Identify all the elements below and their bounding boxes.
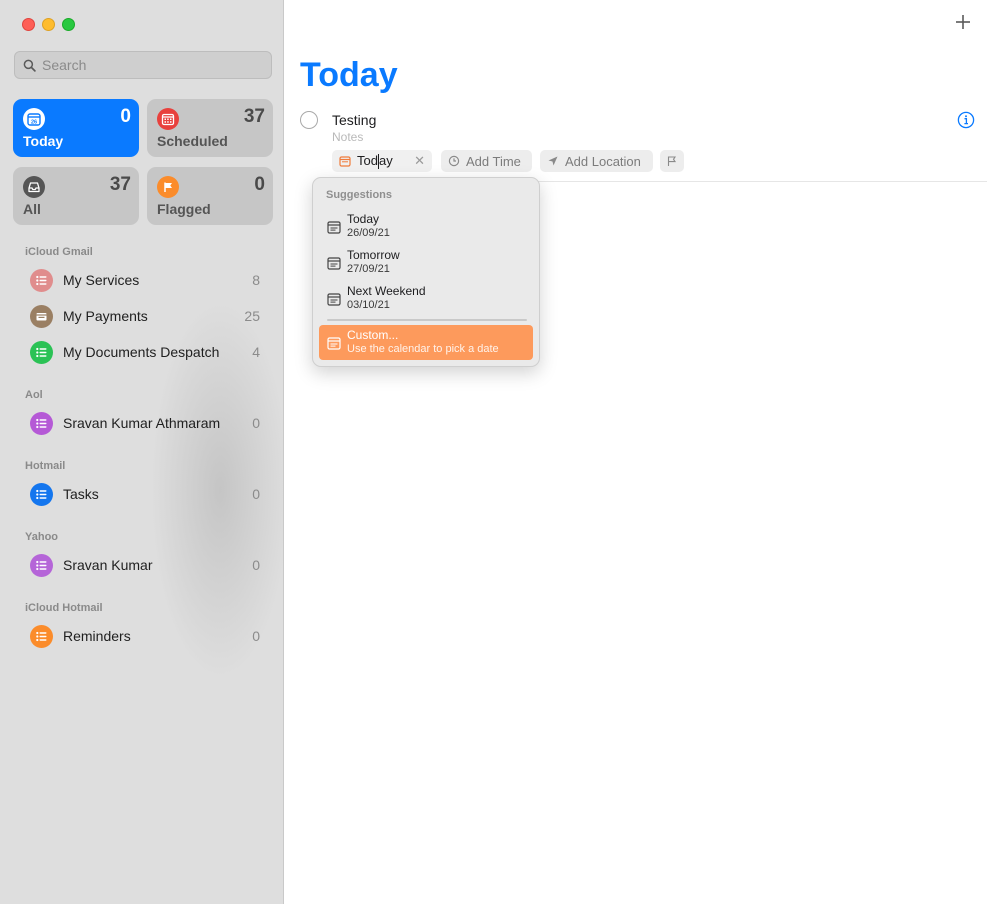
reminder-notes-field[interactable]: Notes <box>332 130 363 144</box>
list-icon <box>30 624 53 648</box>
suggestion-date: 26/09/21 <box>347 227 390 239</box>
suggestions-header: Suggestions <box>326 189 393 201</box>
list-name: Reminders <box>63 628 131 644</box>
list-name: Tasks <box>63 486 99 502</box>
flag-outline-icon <box>666 155 678 167</box>
info-icon <box>957 111 975 129</box>
main-content: Today Testing Notes Today ✕ Add Time Add… <box>285 0 987 904</box>
suggestion-date: 03/10/21 <box>347 299 390 311</box>
list-count: 0 <box>252 628 260 644</box>
flag-icon <box>157 176 179 198</box>
smart-list-scheduled[interactable]: 37 Scheduled <box>147 99 273 157</box>
today-count: 0 <box>120 106 131 127</box>
list-count: 8 <box>252 272 260 288</box>
list-item-sravan-kumar[interactable]: Sravan Kumar 0 <box>30 552 260 578</box>
plus-icon <box>956 15 970 29</box>
group-label-aol: Aol <box>25 389 43 401</box>
list-item-my-documents-despatch[interactable]: My Documents Despatch 4 <box>30 339 260 365</box>
custom-description: Use the calendar to pick a date <box>347 343 499 355</box>
today-label: Today <box>23 133 64 149</box>
flag-chip[interactable] <box>660 150 684 172</box>
list-name: My Services <box>63 272 140 288</box>
list-count: 0 <box>252 557 260 573</box>
list-name: My Documents Despatch <box>63 344 220 360</box>
calendar-icon <box>327 293 341 306</box>
suggestion-name: Next Weekend <box>347 284 426 298</box>
date-text-after-caret: ay <box>378 152 393 168</box>
list-icon <box>30 482 53 506</box>
calendar-icon <box>327 221 341 234</box>
add-reminder-button[interactable] <box>953 12 973 32</box>
calendar-icon <box>339 155 351 167</box>
suggestion-date: 27/09/21 <box>347 263 390 275</box>
list-count: 0 <box>252 486 260 502</box>
list-icon <box>30 411 53 435</box>
suggestions-separator <box>327 319 527 321</box>
close-window-button[interactable] <box>22 18 35 31</box>
date-chip[interactable]: Today ✕ <box>332 150 432 172</box>
list-item-my-services[interactable]: My Services 8 <box>30 267 260 293</box>
calendar-icon <box>157 108 179 130</box>
group-label-icloud-hotmail: iCloud Hotmail <box>25 602 103 614</box>
minimize-window-button[interactable] <box>42 18 55 31</box>
suggestion-tomorrow[interactable]: Tomorrow 27/09/21 <box>327 246 527 280</box>
suggestion-custom[interactable]: Custom... Use the calendar to pick a dat… <box>319 325 533 360</box>
group-label-hotmail: Hotmail <box>25 460 66 472</box>
scheduled-count: 37 <box>243 106 265 127</box>
flagged-count: 0 <box>254 174 265 195</box>
list-name: Sravan Kumar <box>63 557 153 573</box>
location-arrow-icon <box>547 155 559 167</box>
smart-list-today[interactable]: 26 0 Today <box>13 99 139 157</box>
all-count: 37 <box>109 174 131 195</box>
list-count: 0 <box>252 415 260 431</box>
list-icon <box>30 553 53 577</box>
list-item-sravan-kumar-athmaram[interactable]: Sravan Kumar Athmaram 0 <box>30 410 260 436</box>
sidebar: Search 26 0 Today 37 Scheduled 37 All 0 … <box>0 0 284 904</box>
tray-icon <box>23 176 45 198</box>
custom-name: Custom... <box>347 328 399 342</box>
all-label: All <box>23 201 41 217</box>
clear-date-icon[interactable]: ✕ <box>414 153 425 169</box>
suggestion-name: Tomorrow <box>347 248 400 262</box>
suggestion-next-weekend[interactable]: Next Weekend 03/10/21 <box>327 282 527 316</box>
calendar-icon <box>327 257 341 270</box>
zoom-window-button[interactable] <box>62 18 75 31</box>
group-label-yahoo: Yahoo <box>25 531 59 543</box>
smart-list-all[interactable]: 37 All <box>13 167 139 225</box>
add-location-label: Add Location <box>565 153 641 169</box>
list-count: 4 <box>252 344 260 360</box>
date-suggestions-popover: Suggestions Today 26/09/21 Tomorrow 27/0… <box>312 177 540 367</box>
smart-list-flagged[interactable]: 0 Flagged <box>147 167 273 225</box>
date-input[interactable]: Today <box>357 152 393 170</box>
suggestion-name: Today <box>347 212 380 226</box>
list-icon <box>30 268 53 292</box>
group-label-icloud-gmail: iCloud Gmail <box>25 246 93 258</box>
list-item-reminders[interactable]: Reminders 0 <box>30 623 260 649</box>
envelope-icon <box>30 304 53 328</box>
list-icon <box>30 340 53 364</box>
list-item-tasks[interactable]: Tasks 0 <box>30 481 260 507</box>
info-button[interactable] <box>957 111 975 129</box>
add-time-label: Add Time <box>466 153 521 169</box>
search-icon <box>23 59 36 72</box>
clock-icon <box>448 155 460 167</box>
add-time-chip[interactable]: Add Time <box>441 150 532 172</box>
calendar-day-icon: 26 <box>23 108 45 130</box>
page-title: Today <box>300 56 398 94</box>
reminder-title[interactable]: Testing <box>332 112 376 128</box>
search-placeholder: Search <box>42 57 87 73</box>
suggestion-today[interactable]: Today 26/09/21 <box>327 210 527 244</box>
search-field[interactable]: Search <box>14 51 272 79</box>
svg-text:26: 26 <box>31 120 37 126</box>
list-name: Sravan Kumar Athmaram <box>63 415 221 431</box>
flagged-label: Flagged <box>157 201 211 217</box>
list-name: My Payments <box>63 308 148 324</box>
calendar-icon <box>327 337 341 350</box>
list-count: 25 <box>244 308 260 324</box>
list-item-my-payments[interactable]: My Payments 25 <box>30 303 260 329</box>
add-location-chip[interactable]: Add Location <box>540 150 653 172</box>
date-text-before-caret: Tod <box>357 152 378 168</box>
complete-checkbox[interactable] <box>300 111 318 129</box>
scheduled-label: Scheduled <box>157 133 228 149</box>
